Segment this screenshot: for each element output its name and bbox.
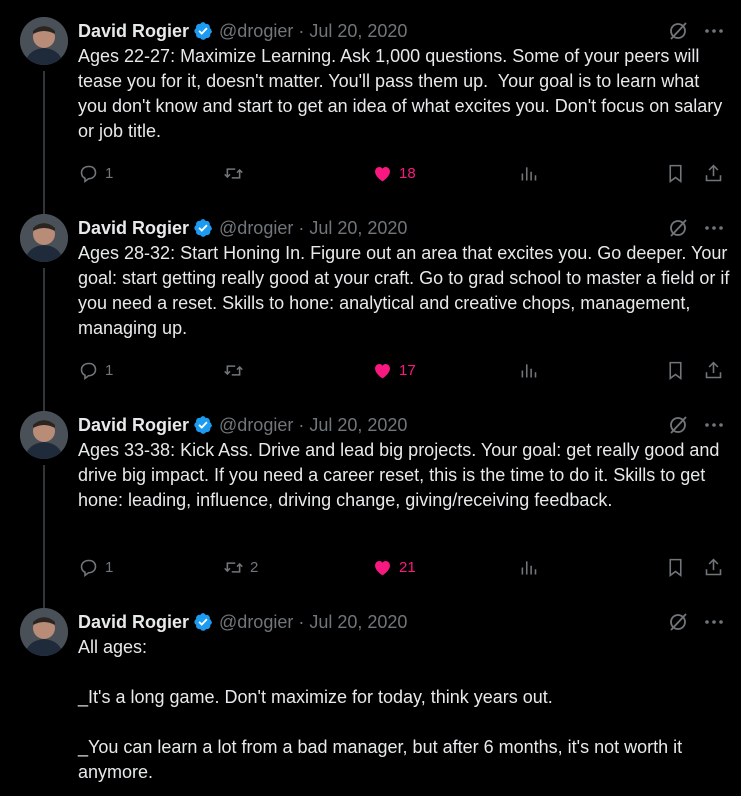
tweet-text: Ages 22-27: Maximize Learning. Ask 1,000… xyxy=(78,46,728,141)
bookmark-icon xyxy=(669,361,682,380)
reply-count: 1 xyxy=(105,558,114,576)
reply-button[interactable]: 1 xyxy=(78,161,113,185)
tweet-date[interactable]: Jul 20, 2020 xyxy=(309,612,407,633)
tweet-date[interactable]: Jul 20, 2020 xyxy=(309,415,407,436)
heart-icon xyxy=(375,166,390,181)
reply-count: 1 xyxy=(105,361,114,379)
tweet-text: All ages: _It's a long game. Don't maxim… xyxy=(78,637,683,782)
retweet-icon xyxy=(224,167,243,179)
reply-button[interactable]: 1 xyxy=(78,555,113,579)
like-button[interactable]: 17 xyxy=(372,358,416,382)
author-name[interactable]: David Rogier xyxy=(78,415,189,436)
retweet-button[interactable] xyxy=(223,161,250,185)
tweet-header: David Rogier @drogier · Jul 20, 2020 xyxy=(78,414,407,436)
share-button[interactable] xyxy=(703,161,724,185)
views-icon xyxy=(521,166,537,180)
action-bar: 1 18 xyxy=(78,161,728,185)
author-handle[interactable]: @drogier xyxy=(219,415,293,436)
reply-count: 1 xyxy=(105,164,114,182)
heart-icon xyxy=(375,363,390,378)
tweet-2[interactable]: David Rogier @drogier · Jul 20, 2020 Age… xyxy=(0,214,741,411)
tweet-3[interactable]: David Rogier @drogier · Jul 20, 2020 Age… xyxy=(0,411,741,608)
action-bar: 1 17 xyxy=(78,358,728,382)
bookmark-button[interactable] xyxy=(665,555,686,579)
separator: · xyxy=(298,414,305,435)
tweet-header: David Rogier @drogier · Jul 20, 2020 xyxy=(78,611,407,633)
thread-line xyxy=(43,268,45,411)
like-count: 21 xyxy=(399,558,416,576)
tweet-date[interactable]: Jul 20, 2020 xyxy=(309,218,407,239)
views-icon xyxy=(521,363,537,377)
separator: · xyxy=(298,20,305,41)
bookmark-icon xyxy=(669,558,682,577)
views-button[interactable] xyxy=(518,358,539,382)
verified-badge-icon xyxy=(193,415,213,435)
action-bar: 1 2 21 xyxy=(78,555,728,579)
share-icon xyxy=(705,361,722,378)
grok-icon[interactable] xyxy=(666,610,690,634)
separator: · xyxy=(298,217,305,238)
tweet-date[interactable]: Jul 20, 2020 xyxy=(309,21,407,42)
tweet-4[interactable]: David Rogier @drogier · Jul 20, 2020 All… xyxy=(0,608,741,796)
avatar[interactable] xyxy=(20,17,68,65)
author-handle[interactable]: @drogier xyxy=(219,21,293,42)
like-count: 18 xyxy=(399,164,416,182)
thread-line xyxy=(43,71,45,214)
retweet-count: 2 xyxy=(250,558,259,576)
author-name[interactable]: David Rogier xyxy=(78,612,189,633)
heart-icon xyxy=(375,560,390,575)
views-button[interactable] xyxy=(518,161,539,185)
bookmark-icon xyxy=(669,164,682,183)
share-button[interactable] xyxy=(703,358,724,382)
share-button[interactable] xyxy=(703,555,724,579)
retweet-button[interactable] xyxy=(223,358,250,382)
views-button[interactable] xyxy=(518,555,539,579)
views-icon xyxy=(521,560,537,574)
bookmark-button[interactable] xyxy=(665,358,686,382)
retweet-button[interactable]: 2 xyxy=(223,555,258,579)
retweet-icon xyxy=(224,561,243,573)
share-icon xyxy=(705,164,722,181)
tweet-header: David Rogier @drogier · Jul 20, 2020 xyxy=(78,217,407,239)
bookmark-button[interactable] xyxy=(665,161,686,185)
more-icon[interactable] xyxy=(702,19,726,43)
verified-badge-icon xyxy=(193,21,213,41)
avatar[interactable] xyxy=(20,214,68,262)
more-icon[interactable] xyxy=(702,216,726,240)
tweet-1[interactable]: David Rogier @drogier · Jul 20, 2020 Age… xyxy=(0,17,741,214)
share-icon xyxy=(705,558,722,575)
more-icon[interactable] xyxy=(702,610,726,634)
more-icon[interactable] xyxy=(702,413,726,437)
reply-icon xyxy=(80,165,97,183)
author-handle[interactable]: @drogier xyxy=(219,612,293,633)
avatar[interactable] xyxy=(20,608,68,656)
tweet-header: David Rogier @drogier · Jul 20, 2020 xyxy=(78,20,407,42)
tweet-text: Ages 33-38: Kick Ass. Drive and lead big… xyxy=(78,440,725,510)
author-handle[interactable]: @drogier xyxy=(219,218,293,239)
avatar[interactable] xyxy=(20,411,68,459)
grok-icon[interactable] xyxy=(666,19,690,43)
separator: · xyxy=(298,611,305,632)
reply-icon xyxy=(80,559,97,577)
reply-icon xyxy=(80,362,97,380)
tweet-text: Ages 28-32: Start Honing In. Figure out … xyxy=(78,243,735,338)
verified-badge-icon xyxy=(193,218,213,238)
like-count: 17 xyxy=(399,361,416,379)
reply-button[interactable]: 1 xyxy=(78,358,113,382)
grok-icon[interactable] xyxy=(666,413,690,437)
grok-icon[interactable] xyxy=(666,216,690,240)
verified-badge-icon xyxy=(193,612,213,632)
like-button[interactable]: 21 xyxy=(372,555,416,579)
like-button[interactable]: 18 xyxy=(372,161,416,185)
author-name[interactable]: David Rogier xyxy=(78,218,189,239)
author-name[interactable]: David Rogier xyxy=(78,21,189,42)
retweet-icon xyxy=(224,364,243,376)
thread-line xyxy=(43,465,45,608)
